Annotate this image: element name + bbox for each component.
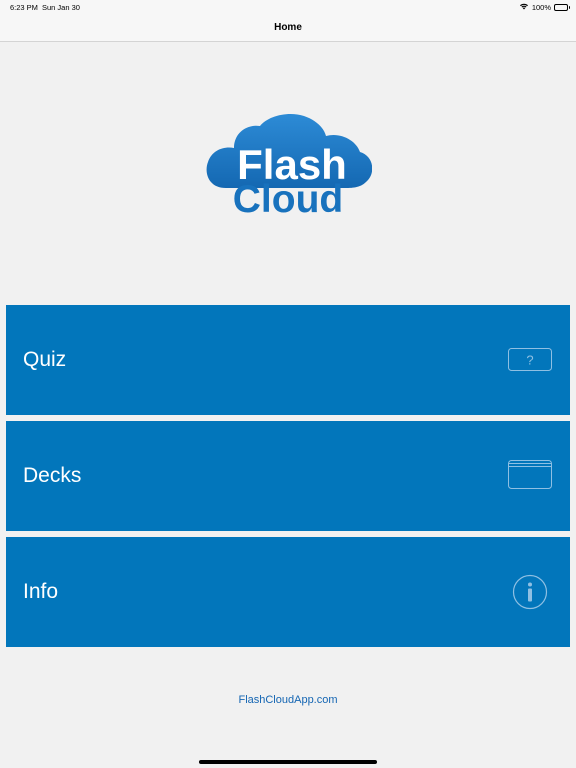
status-bar: 6:23 PM Sun Jan 30 100% bbox=[0, 0, 576, 14]
question-mark: ? bbox=[526, 353, 533, 368]
status-time: 6:23 PM bbox=[10, 3, 38, 12]
website-link[interactable]: FlashCloudApp.com bbox=[0, 694, 576, 706]
logo-word-cloud: Cloud bbox=[232, 178, 344, 221]
wifi-icon bbox=[519, 2, 529, 12]
battery-percent: 100% bbox=[531, 2, 551, 12]
info-label: Info bbox=[23, 580, 59, 603]
info-circle-icon bbox=[508, 574, 552, 610]
screen: 6:23 PM Sun Jan 30 100% Home Flash Cloud… bbox=[0, 0, 576, 768]
status-right: 100% bbox=[519, 2, 570, 12]
status-date: Sun Jan 30 bbox=[42, 3, 80, 12]
battery-icon bbox=[554, 3, 570, 11]
quiz-button[interactable]: Quiz ? bbox=[6, 305, 570, 415]
stacked-cards-icon bbox=[508, 458, 552, 494]
decks-label: Decks bbox=[23, 464, 82, 487]
quiz-label: Quiz bbox=[23, 348, 67, 371]
flashcloud-logo: Flash Cloud bbox=[204, 112, 372, 221]
navigation-bar: Home bbox=[0, 14, 576, 42]
home-indicator[interactable] bbox=[199, 760, 377, 764]
decks-button[interactable]: Decks bbox=[6, 421, 570, 531]
question-card-icon: ? bbox=[508, 342, 552, 378]
info-button[interactable]: Info bbox=[6, 537, 570, 647]
page-title: Home bbox=[274, 22, 302, 33]
